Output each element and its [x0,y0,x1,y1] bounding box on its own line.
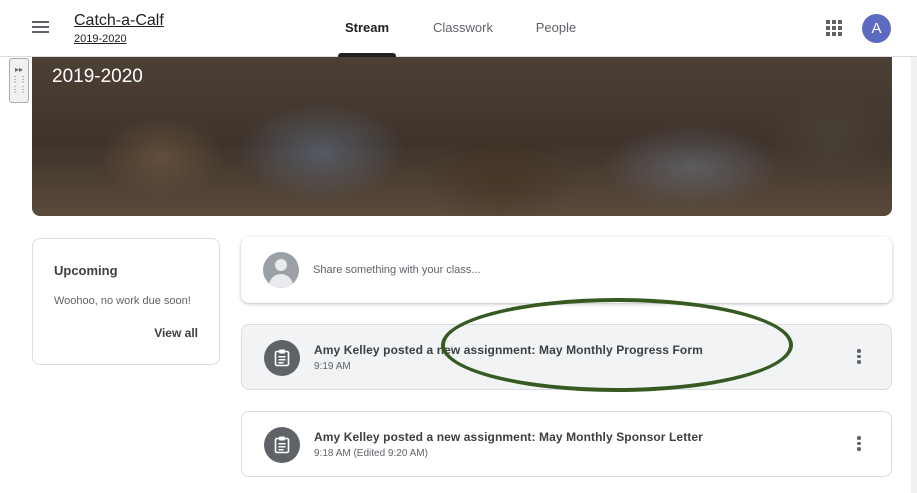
banner-title: 2019-2020 [52,66,143,87]
upcoming-card: Upcoming Woohoo, no work due soon! View … [32,238,220,365]
class-banner: 2019-2020 [32,57,892,216]
upcoming-message: Woohoo, no work due soon! [54,295,191,307]
post-title: Amy Kelley posted a new assignment: May … [314,343,703,357]
user-placeholder-icon [263,252,299,288]
share-placeholder: Share something with your class... [313,264,481,276]
top-app-bar: Catch-a-Calf 2019-2020 Stream Classwork … [0,0,917,57]
stream-post[interactable]: Amy Kelley posted a new assignment: May … [241,411,892,477]
post-time: 9:19 AM [314,361,351,372]
upcoming-title: Upcoming [54,263,118,278]
menu-icon[interactable] [30,18,52,38]
expand-icon[interactable]: ▸▸ ⋮⋮ ⋮⋮ [9,58,29,103]
tab-stream[interactable]: Stream [338,0,396,57]
share-input[interactable]: Share something with your class... [241,237,892,303]
post-time: 9:18 AM (Edited 9:20 AM) [314,448,428,459]
more-vert-icon[interactable] [857,349,861,365]
post-title: Amy Kelley posted a new assignment: May … [314,430,703,444]
view-all-link[interactable]: View all [154,326,198,340]
assignment-icon [264,340,300,376]
class-name-link[interactable]: Catch-a-Calf [74,12,164,30]
class-section-link[interactable]: 2019-2020 [74,33,127,45]
apps-grid-icon[interactable] [826,20,842,36]
page-scrollbar[interactable] [911,57,917,493]
assignment-icon [264,427,300,463]
tab-people[interactable]: People [530,0,582,56]
more-vert-icon[interactable] [857,436,861,452]
account-avatar[interactable]: A [862,14,891,43]
stream-post[interactable]: Amy Kelley posted a new assignment: May … [241,324,892,390]
tab-classwork[interactable]: Classwork [428,0,498,56]
